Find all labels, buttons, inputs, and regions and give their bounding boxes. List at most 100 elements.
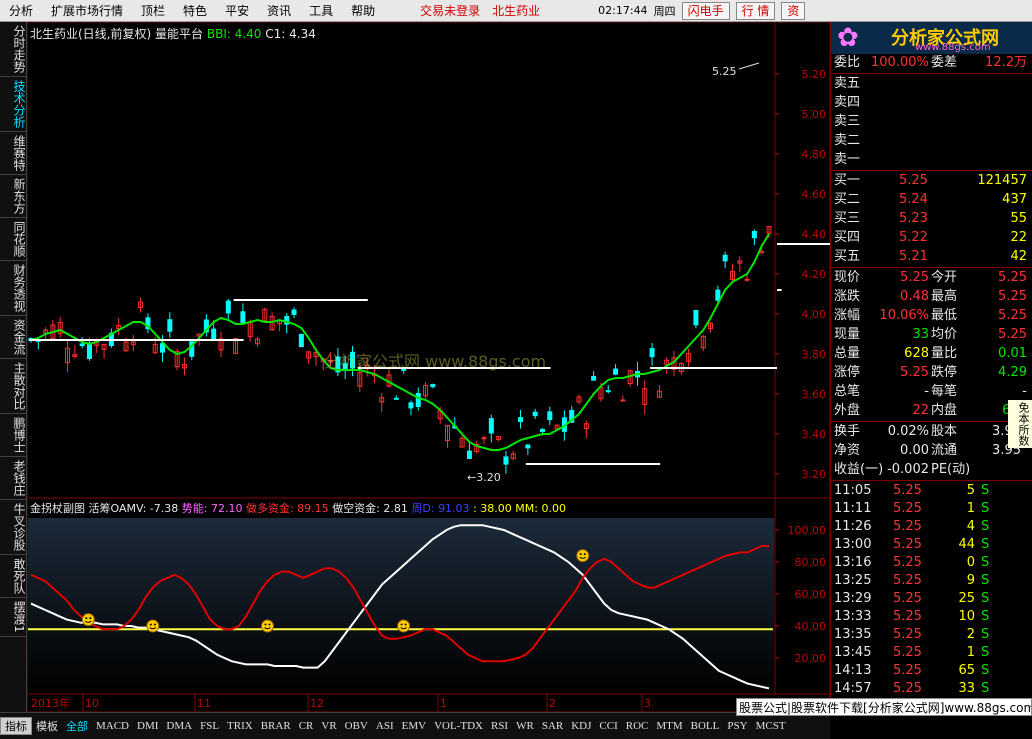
tick-price: 5.25 xyxy=(893,609,922,624)
side-tab-8[interactable]: 鹏博士 xyxy=(0,414,27,457)
promo-banner[interactable]: 股票公式|股票软件下载[分析家公式网]www.88gs.com xyxy=(736,698,1032,716)
fund-label: 股本 xyxy=(931,424,958,439)
stat-label: 涨跌 xyxy=(834,289,861,304)
quote-row: 委比 100.00% 委差 12.2万 xyxy=(831,54,1032,72)
indicator-tab-brar[interactable]: BRAR xyxy=(257,720,295,732)
tick-time: 13:29 xyxy=(834,591,872,606)
stat-value: - xyxy=(924,384,929,399)
indicator-tab-obv[interactable]: OBV xyxy=(341,720,372,732)
side-tab-11[interactable]: 敢死队 xyxy=(0,555,27,598)
quote-row: 13:45 5.25 1 S xyxy=(831,644,1032,662)
fund-label: PE(动) xyxy=(931,462,971,477)
quote-row: 卖一 xyxy=(831,151,1032,169)
weibi-value: 100.00% xyxy=(871,55,929,70)
buy-level-price: 5.24 xyxy=(899,192,928,207)
menu-analyze[interactable]: 分析 xyxy=(0,0,42,22)
indicator-tab-psy[interactable]: PSY xyxy=(723,720,751,732)
divider xyxy=(831,421,1032,422)
info-button[interactable]: 资 xyxy=(781,1,806,20)
indicator-tab-emv[interactable]: EMV xyxy=(398,720,430,732)
sell-level-label: 卖四 xyxy=(834,95,861,110)
indicator-tab-kdj[interactable]: KDJ xyxy=(567,720,595,732)
side-tab-7[interactable]: 主散对比 xyxy=(0,359,27,414)
buy-level-volume: 55 xyxy=(1010,211,1027,226)
indicator-tab-指标[interactable]: 指标 xyxy=(0,717,32,735)
side-tab-1[interactable]: 技术分析 xyxy=(0,77,27,132)
stat-value: 0.01 xyxy=(998,346,1027,361)
buy-level-price: 5.23 xyxy=(899,211,928,226)
buy-level-volume: 22 xyxy=(1010,230,1027,245)
chart-area[interactable]: 5.20 5.00 4.80 4.60 4.40 4.20 4.00 3.80 3.60 3.40… xyxy=(27,22,830,712)
quote-row: 涨停 5.25 跌停 4.29 xyxy=(831,364,1032,382)
menu-top-bar[interactable]: 顶栏 xyxy=(132,0,174,22)
side-tab-10[interactable]: 牛叉诊股 xyxy=(0,500,27,555)
indicator-tab-模板[interactable]: 模板 xyxy=(32,718,62,734)
sub-y-tick-label: 40.00 xyxy=(795,620,827,633)
side-tab-12[interactable]: 摆渡1 xyxy=(0,598,27,637)
indicator-tab-boll[interactable]: BOLL xyxy=(687,720,724,732)
indicator-tab-trix[interactable]: TRIX xyxy=(223,720,257,732)
indicator-tab-cci[interactable]: CCI xyxy=(595,720,621,732)
indicator-tab-sar[interactable]: SAR xyxy=(538,720,567,732)
side-tab-2[interactable]: 维赛特 xyxy=(0,132,27,175)
x-axis-year: 2013年 xyxy=(31,696,70,710)
menu-tools[interactable]: 工具 xyxy=(300,0,342,22)
stat-label: 今开 xyxy=(931,270,958,285)
side-note-tooltip: 免本所数 xyxy=(1008,400,1032,448)
candle-body xyxy=(751,230,757,239)
tick-side: S xyxy=(981,681,990,696)
indicator-tab-dma[interactable]: DMA xyxy=(162,720,196,732)
indicator-tab-cr[interactable]: CR xyxy=(295,720,318,732)
menu-pingan[interactable]: 平安 xyxy=(216,0,258,22)
stat-value: 5.25 xyxy=(998,270,1027,285)
tick-side: S xyxy=(981,537,990,552)
side-tab-3[interactable]: 新东方 xyxy=(0,175,27,218)
menu-news[interactable]: 资讯 xyxy=(258,0,300,22)
indicator-tab-macd[interactable]: MACD xyxy=(92,720,133,732)
candle-body xyxy=(605,390,611,393)
quote-panel: ✿ 分析家公式网 www.88gs.com 委比 100.00% 委差 12.2万 卖五… xyxy=(830,22,1032,712)
tick-price: 5.25 xyxy=(893,573,922,588)
indicator-tab-roc[interactable]: ROC xyxy=(622,720,653,732)
x-axis-month: 11 xyxy=(197,697,211,710)
indicator-tab-vr[interactable]: VR xyxy=(317,720,340,732)
tick-time: 11:05 xyxy=(834,483,872,498)
quote-row: 卖二 xyxy=(831,132,1032,150)
quote-row: 卖四 xyxy=(831,94,1032,112)
indicator-tab-rsi[interactable]: RSI xyxy=(487,720,512,732)
quote-row: 净资 0.00 流通 3.95 xyxy=(831,442,1032,460)
indicator-tab-fsl[interactable]: FSL xyxy=(196,720,223,732)
duo-value: 做多资金: 89.15 xyxy=(245,502,329,515)
candle-body xyxy=(393,397,399,400)
quote-button[interactable]: 行 情 xyxy=(735,1,776,20)
indicator-tab-vol-tdx[interactable]: VOL-TDX xyxy=(430,720,487,732)
quote-row: 买一 5.25 121457 xyxy=(831,172,1032,190)
flash-trade-button[interactable]: 闪电手 xyxy=(681,1,730,20)
menu-features[interactable]: 特色 xyxy=(174,0,216,22)
indicator-tab-dmi[interactable]: DMI xyxy=(133,720,162,732)
menu-help[interactable]: 帮助 xyxy=(342,0,384,22)
side-tab-6[interactable]: 资金流 xyxy=(0,316,27,359)
indicator-tab-mcst[interactable]: MCST xyxy=(752,720,790,732)
tick-volume: 33 xyxy=(958,681,975,696)
y-tick-label: 3.80 xyxy=(802,348,827,361)
side-tab-0[interactable]: 分时走势 xyxy=(0,22,27,77)
indicator-tab-wr[interactable]: WR xyxy=(512,720,538,732)
indicator-tab-mtm[interactable]: MTM xyxy=(652,720,686,732)
candle-body xyxy=(167,319,173,332)
side-tab-5[interactable]: 财务透视 xyxy=(0,261,27,316)
stat-label: 总笔 xyxy=(834,384,861,399)
side-tab-9[interactable]: 老钱庄 xyxy=(0,457,27,500)
tick-price: 5.25 xyxy=(893,663,922,678)
indicator-tab-全部[interactable]: 全部 xyxy=(62,718,92,734)
trade-login-status[interactable]: 交易未登录 xyxy=(414,2,486,19)
quote-row: 现量 33 均价 5.25 xyxy=(831,326,1032,344)
side-tab-4[interactable]: 同花顺 xyxy=(0,218,27,261)
menu-extended-market[interactable]: 扩展市场行情 xyxy=(42,0,132,22)
quote-row: 13:25 5.25 9 S xyxy=(831,572,1032,590)
candle-body xyxy=(86,342,92,360)
buy-level-volume: 437 xyxy=(1002,192,1027,207)
indicator-tab-asi[interactable]: ASI xyxy=(372,720,398,732)
tick-volume: 0 xyxy=(966,555,975,570)
candle-body xyxy=(503,456,509,465)
